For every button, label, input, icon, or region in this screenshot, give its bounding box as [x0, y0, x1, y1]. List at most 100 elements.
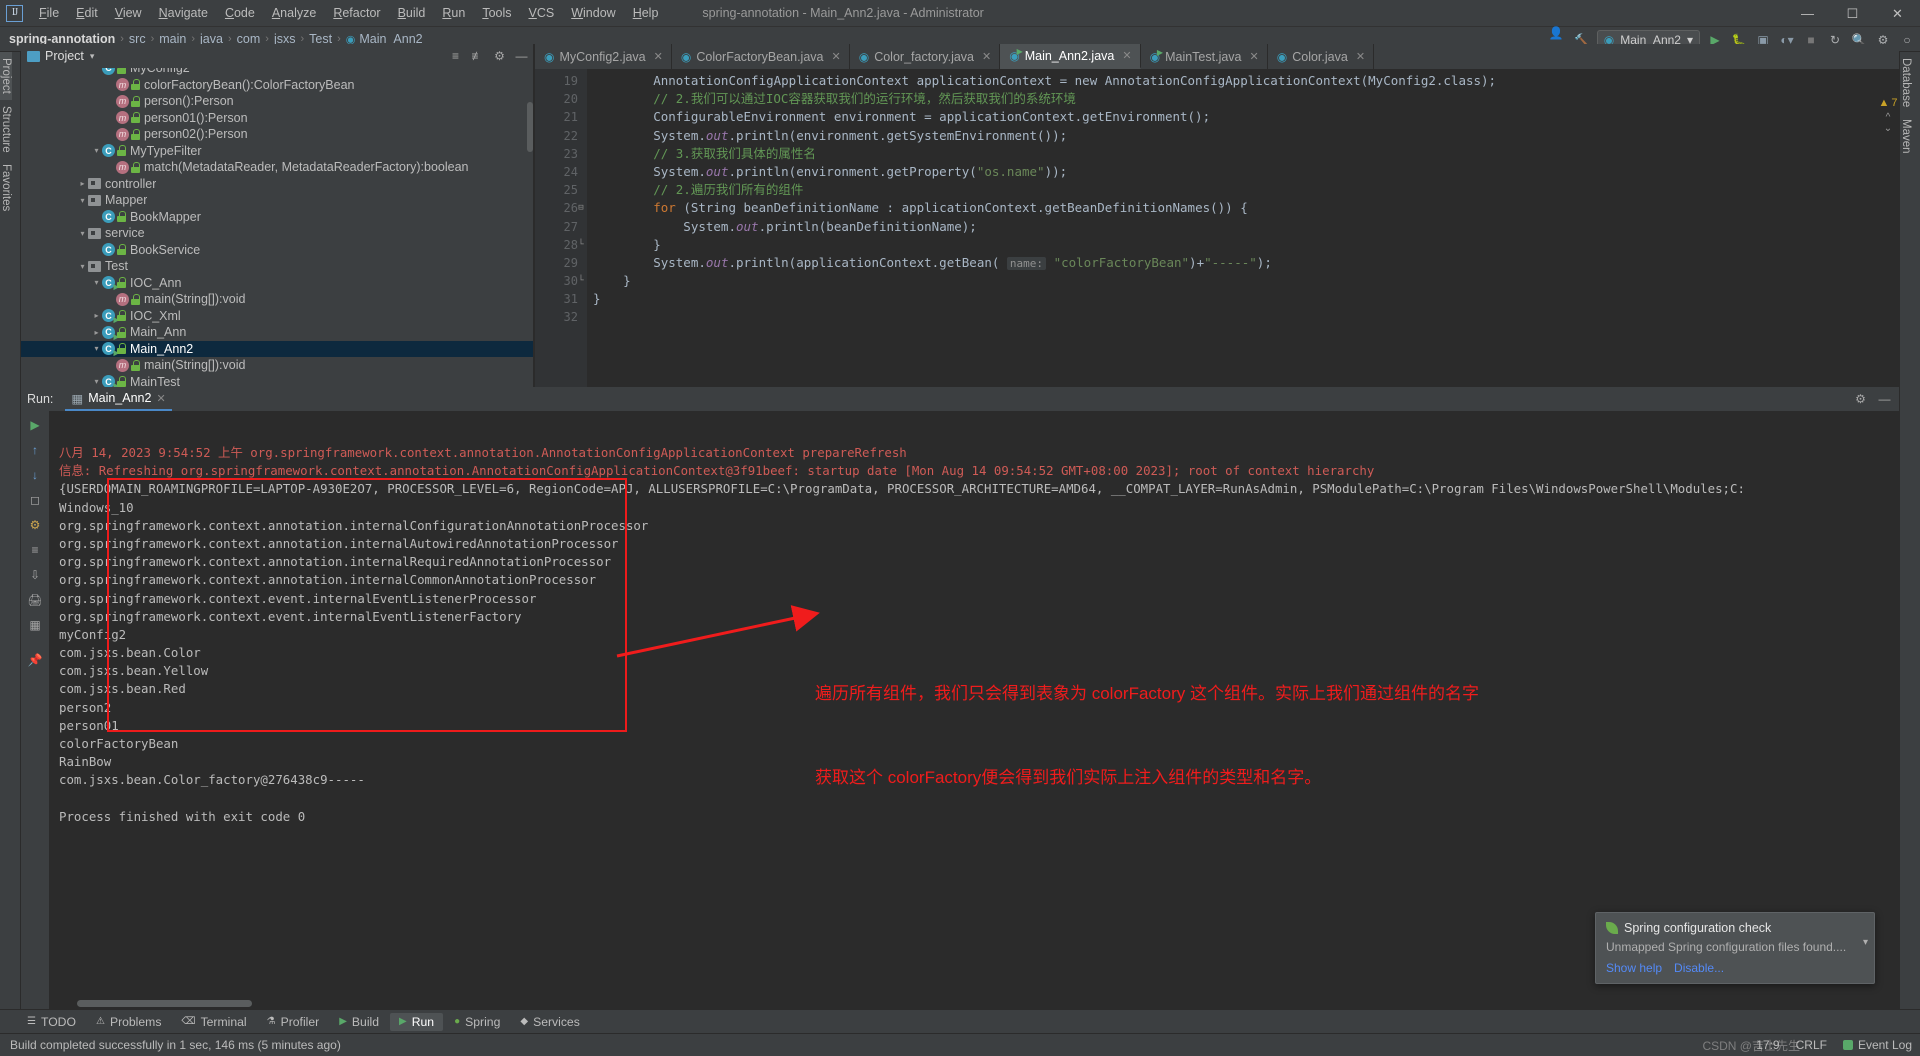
- bottom-tool-build[interactable]: ▶ Build: [330, 1013, 388, 1031]
- minimize-button[interactable]: —: [1785, 0, 1830, 27]
- grid-icon[interactable]: ▦: [24, 615, 46, 635]
- fold-marker-icon[interactable]: ⊟: [576, 199, 586, 217]
- tool-stripe-favorites[interactable]: Favorites: [0, 158, 12, 217]
- camera-icon[interactable]: ◻: [24, 490, 46, 510]
- thread-dump-icon[interactable]: ⚙: [24, 515, 46, 535]
- caret-position[interactable]: 17:9: [1756, 1038, 1779, 1052]
- chevron-down-icon[interactable]: ▾: [91, 278, 102, 287]
- close-icon[interactable]: ✕: [654, 50, 663, 63]
- soft-wrap-icon[interactable]: ≡: [24, 540, 46, 560]
- tree-node[interactable]: ▾C Main_Ann2: [21, 340, 535, 357]
- bottom-tool-todo[interactable]: ☰ TODO: [18, 1013, 85, 1031]
- code-viewport[interactable]: 19 20 21 22 23 24 25 26 ⊟ 27 28 └ 29 30 └ 31 32 Annotati…: [535, 69, 1899, 387]
- line-separator[interactable]: CRLF: [1796, 1038, 1827, 1052]
- disable-link[interactable]: Disable...: [1674, 961, 1724, 975]
- tree-node[interactable]: ▾C MainTest: [21, 374, 535, 387]
- tree-node[interactable]: m main(String[]):void: [21, 291, 535, 308]
- rerun-icon[interactable]: ▶: [24, 415, 46, 435]
- next-problem-icon[interactable]: ⌄: [1884, 123, 1892, 134]
- tool-stripe-maven[interactable]: Maven: [1900, 113, 1912, 160]
- hide-icon[interactable]: —: [512, 47, 531, 66]
- editor-splitter[interactable]: [533, 44, 535, 387]
- scroll-down-icon[interactable]: ↓: [24, 465, 46, 485]
- run-tab-main-ann2[interactable]: ▦ Main_Ann2 ✕: [65, 388, 172, 411]
- close-icon[interactable]: ✕: [156, 392, 165, 405]
- scroll-up-icon[interactable]: ↑: [24, 440, 46, 460]
- menu-item-code[interactable]: Code: [217, 3, 263, 23]
- bottom-tool-problems[interactable]: ⚠ Problems: [87, 1013, 170, 1031]
- bottom-tool-terminal[interactable]: ⌫ Terminal: [172, 1013, 255, 1031]
- account-icon[interactable]: ○: [1898, 31, 1916, 49]
- fold-marker-icon[interactable]: └: [576, 272, 586, 290]
- notification-balloon[interactable]: Spring configuration check Unmapped Spri…: [1595, 912, 1875, 984]
- tree-node[interactable]: C BookMapper: [21, 209, 535, 226]
- menu-item-vcs[interactable]: VCS: [521, 3, 563, 23]
- menu-item-run[interactable]: Run: [434, 3, 473, 23]
- chevron-right-icon[interactable]: ▸: [91, 311, 102, 320]
- bottom-tool-services[interactable]: ◆ Services: [511, 1013, 588, 1031]
- fold-marker-icon[interactable]: └: [576, 236, 586, 254]
- close-icon[interactable]: ✕: [832, 50, 841, 63]
- console-horizontal-scrollbar[interactable]: [77, 1000, 252, 1007]
- export-icon[interactable]: ⇩: [24, 565, 46, 585]
- menu-item-tools[interactable]: Tools: [474, 3, 519, 23]
- tree-node[interactable]: ▸C IOC_Xml: [21, 308, 535, 325]
- tool-stripe-project[interactable]: Project: [0, 52, 12, 100]
- show-help-link[interactable]: Show help: [1606, 961, 1662, 975]
- chevron-down-icon[interactable]: ▾: [91, 344, 102, 353]
- menu-item-edit[interactable]: Edit: [68, 3, 106, 23]
- tree-node[interactable]: m person():Person: [21, 93, 535, 110]
- editor-tab-color-java[interactable]: ◉ Color.java ✕: [1268, 44, 1375, 69]
- tree-node[interactable]: ▾C IOC_Ann: [21, 275, 535, 292]
- close-button[interactable]: ✕: [1875, 0, 1920, 27]
- editor-tab-main_ann2-java[interactable]: ◉ ▶ Main_Ann2.java ✕: [1000, 44, 1141, 69]
- chevron-down-icon[interactable]: ▾: [1863, 937, 1868, 948]
- chevron-down-icon[interactable]: ▾: [90, 51, 95, 62]
- collapse-all-icon[interactable]: ≢: [468, 47, 487, 66]
- editor-tab-colorfactorybean-java[interactable]: ◉ ColorFactoryBean.java ✕: [672, 44, 850, 69]
- chevron-right-icon[interactable]: ▸: [91, 328, 102, 337]
- editor-tab-color_factory-java[interactable]: ◉ Color_factory.java ✕: [850, 44, 1001, 69]
- tree-node[interactable]: ▾ C MyTypeFilter: [21, 143, 535, 160]
- project-tree[interactable]: C MyConfig2 m colorFactoryBean():ColorFacto…: [21, 68, 535, 387]
- menu-item-window[interactable]: Window: [563, 3, 623, 23]
- chevron-down-icon[interactable]: ▾: [91, 377, 102, 386]
- editor-tab-maintest-java[interactable]: ◉ ▶ MainTest.java ✕: [1141, 44, 1268, 69]
- menu-item-build[interactable]: Build: [390, 3, 434, 23]
- menu-item-analyze[interactable]: Analyze: [264, 3, 324, 23]
- tree-node[interactable]: C MyConfig2: [21, 68, 535, 77]
- bottom-tool-profiler[interactable]: ⚗ Profiler: [258, 1013, 329, 1031]
- tree-node[interactable]: C BookService: [21, 242, 535, 259]
- hide-icon[interactable]: —: [1875, 390, 1894, 409]
- menu-item-navigate[interactable]: Navigate: [151, 3, 216, 23]
- menu-item-file[interactable]: File: [31, 3, 67, 23]
- tree-node[interactable]: ▾ Mapper: [21, 192, 535, 209]
- chevron-down-icon[interactable]: ▾: [91, 146, 102, 155]
- tree-node[interactable]: ▸C Main_Ann: [21, 324, 535, 341]
- menu-item-view[interactable]: View: [107, 3, 150, 23]
- pin-icon[interactable]: 📌: [24, 650, 46, 670]
- maximize-button[interactable]: ☐: [1830, 0, 1875, 27]
- tree-node[interactable]: m colorFactoryBean():ColorFactoryBean: [21, 77, 535, 94]
- tool-stripe-structure[interactable]: Structure: [0, 100, 12, 159]
- tool-stripe-database[interactable]: Database: [1900, 52, 1912, 113]
- tree-node[interactable]: m person02():Person: [21, 126, 535, 143]
- code-content[interactable]: AnnotationConfigApplicationContext appli…: [587, 69, 1899, 387]
- close-icon[interactable]: ✕: [1356, 50, 1365, 63]
- expand-all-icon[interactable]: ≡: [446, 47, 465, 66]
- chevron-right-icon[interactable]: ▸: [77, 179, 88, 188]
- chevron-down-icon[interactable]: ▾: [77, 262, 88, 271]
- tree-node[interactable]: ▸ controller: [21, 176, 535, 193]
- gear-icon[interactable]: ⚙: [490, 47, 509, 66]
- chevron-down-icon[interactable]: ▾: [77, 229, 88, 238]
- bottom-tool-run[interactable]: ▶ Run: [390, 1012, 444, 1031]
- tree-node[interactable]: ▾ service: [21, 225, 535, 242]
- menu-item-refactor[interactable]: Refactor: [325, 3, 388, 23]
- prev-problem-icon[interactable]: ^: [1886, 112, 1891, 123]
- tree-node[interactable]: m main(String[]):void: [21, 357, 535, 374]
- bottom-tool-spring[interactable]: ● Spring: [445, 1013, 509, 1031]
- editor-tab-myconfig2-java[interactable]: ◉ MyConfig2.java ✕: [535, 44, 672, 69]
- gear-icon[interactable]: ⚙: [1851, 390, 1870, 409]
- menu-item-help[interactable]: Help: [625, 3, 667, 23]
- close-icon[interactable]: ✕: [982, 50, 991, 63]
